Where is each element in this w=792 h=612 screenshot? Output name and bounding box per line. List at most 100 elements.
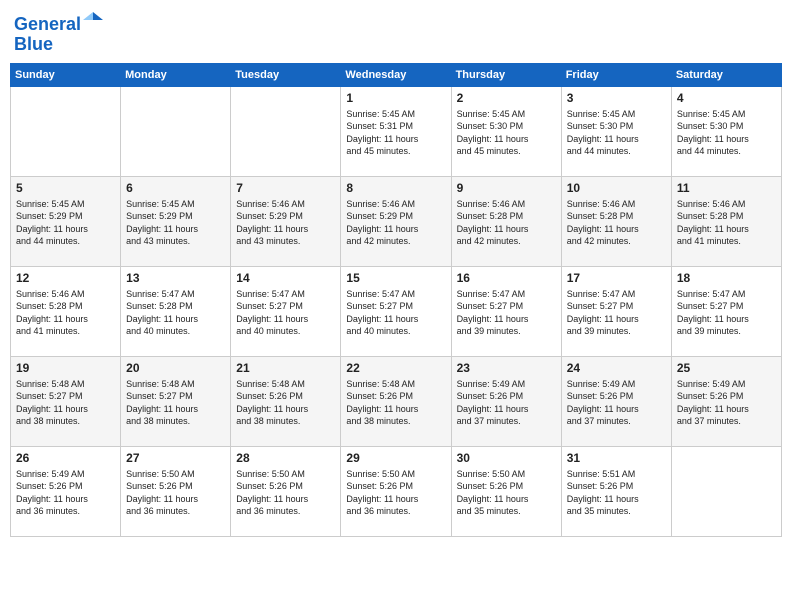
calendar-cell: 1 Sunrise: 5:45 AM Sunset: 5:31 PM Daylig… (341, 86, 451, 176)
day-info: Sunrise: 5:45 AM Sunset: 5:30 PM Dayligh… (677, 108, 776, 158)
day-number: 26 (16, 451, 115, 465)
calendar-cell: 9 Sunrise: 5:46 AM Sunset: 5:28 PM Daylig… (451, 176, 561, 266)
calendar-cell: 23Sunrise: 5:49 AM Sunset: 5:26 PM Dayli… (451, 356, 561, 446)
day-info: Sunrise: 5:46 AM Sunset: 5:28 PM Dayligh… (16, 288, 115, 338)
calendar-cell: 4 Sunrise: 5:45 AM Sunset: 5:30 PM Daylig… (671, 86, 781, 176)
day-number: 3 (567, 91, 666, 105)
calendar-cell: 14Sunrise: 5:47 AM Sunset: 5:27 PM Dayli… (231, 266, 341, 356)
day-info: Sunrise: 5:47 AM Sunset: 5:27 PM Dayligh… (567, 288, 666, 338)
col-monday: Monday (121, 63, 231, 86)
calendar-cell: 19 Sunrise: 5:48 AM Sunset: 5:27 PM Dayli… (11, 356, 121, 446)
calendar-cell: 11 Sunrise: 5:46 AM Sunset: 5:28 PM Dayli… (671, 176, 781, 266)
day-info: Sunrise: 5:45 AM Sunset: 5:30 PM Dayligh… (457, 108, 556, 158)
week-row-0: 1 Sunrise: 5:45 AM Sunset: 5:31 PM Daylig… (11, 86, 782, 176)
day-number: 7 (236, 181, 335, 195)
day-info: Sunrise: 5:50 AM Sunset: 5:26 PM Dayligh… (457, 468, 556, 518)
day-info: Sunrise: 5:46 AM Sunset: 5:29 PM Dayligh… (346, 198, 445, 248)
day-info: Sunrise: 5:48 AM Sunset: 5:27 PM Dayligh… (16, 378, 115, 428)
day-number: 21 (236, 361, 335, 375)
day-number: 5 (16, 181, 115, 195)
calendar-cell (671, 446, 781, 536)
calendar-cell: 7 Sunrise: 5:46 AM Sunset: 5:29 PM Daylig… (231, 176, 341, 266)
day-number: 19 (16, 361, 115, 375)
calendar-cell (11, 86, 121, 176)
day-number: 25 (677, 361, 776, 375)
calendar-cell (231, 86, 341, 176)
week-row-3: 19 Sunrise: 5:48 AM Sunset: 5:27 PM Dayli… (11, 356, 782, 446)
day-number: 4 (677, 91, 776, 105)
page-header: General Blue (10, 10, 782, 55)
day-info: Sunrise: 5:45 AM Sunset: 5:29 PM Dayligh… (16, 198, 115, 248)
col-friday: Friday (561, 63, 671, 86)
logo-blue: Blue (14, 34, 53, 54)
day-info: Sunrise: 5:49 AM Sunset: 5:26 PM Dayligh… (457, 378, 556, 428)
day-info: Sunrise: 5:45 AM Sunset: 5:30 PM Dayligh… (567, 108, 666, 158)
day-info: Sunrise: 5:50 AM Sunset: 5:26 PM Dayligh… (126, 468, 225, 518)
calendar-cell: 5 Sunrise: 5:45 AM Sunset: 5:29 PM Daylig… (11, 176, 121, 266)
logo-general: General (14, 14, 81, 34)
day-number: 20 (126, 361, 225, 375)
calendar-cell: 13 Sunrise: 5:47 AM Sunset: 5:28 PM Dayli… (121, 266, 231, 356)
day-number: 2 (457, 91, 556, 105)
calendar-cell: 29 Sunrise: 5:50 AM Sunset: 5:26 PM Dayli… (341, 446, 451, 536)
day-info: Sunrise: 5:47 AM Sunset: 5:28 PM Dayligh… (126, 288, 225, 338)
day-info: Sunrise: 5:49 AM Sunset: 5:26 PM Dayligh… (567, 378, 666, 428)
week-row-4: 26 Sunrise: 5:49 AM Sunset: 5:26 PM Dayli… (11, 446, 782, 536)
day-number: 16 (457, 271, 556, 285)
col-tuesday: Tuesday (231, 63, 341, 86)
day-number: 17 (567, 271, 666, 285)
day-info: Sunrise: 5:45 AM Sunset: 5:31 PM Dayligh… (346, 108, 445, 158)
day-info: Sunrise: 5:47 AM Sunset: 5:27 PM Dayligh… (457, 288, 556, 338)
calendar-cell: 15 Sunrise: 5:47 AM Sunset: 5:27 PM Dayli… (341, 266, 451, 356)
calendar-cell: 2 Sunrise: 5:45 AM Sunset: 5:30 PM Daylig… (451, 86, 561, 176)
day-number: 13 (126, 271, 225, 285)
day-info: Sunrise: 5:49 AM Sunset: 5:26 PM Dayligh… (16, 468, 115, 518)
day-info: Sunrise: 5:47 AM Sunset: 5:27 PM Dayligh… (677, 288, 776, 338)
day-info: Sunrise: 5:46 AM Sunset: 5:29 PM Dayligh… (236, 198, 335, 248)
calendar-cell: 30 Sunrise: 5:50 AM Sunset: 5:26 PM Dayli… (451, 446, 561, 536)
day-number: 11 (677, 181, 776, 195)
calendar-cell: 26 Sunrise: 5:49 AM Sunset: 5:26 PM Dayli… (11, 446, 121, 536)
day-number: 24 (567, 361, 666, 375)
calendar-cell: 27Sunrise: 5:50 AM Sunset: 5:26 PM Dayli… (121, 446, 231, 536)
day-info: Sunrise: 5:50 AM Sunset: 5:26 PM Dayligh… (346, 468, 445, 518)
col-saturday: Saturday (671, 63, 781, 86)
calendar-cell: 10 Sunrise: 5:46 AM Sunset: 5:28 PM Dayli… (561, 176, 671, 266)
day-number: 12 (16, 271, 115, 285)
day-number: 10 (567, 181, 666, 195)
day-info: Sunrise: 5:47 AM Sunset: 5:27 PM Dayligh… (236, 288, 335, 338)
day-number: 29 (346, 451, 445, 465)
day-number: 9 (457, 181, 556, 195)
day-info: Sunrise: 5:48 AM Sunset: 5:27 PM Dayligh… (126, 378, 225, 428)
day-info: Sunrise: 5:46 AM Sunset: 5:28 PM Dayligh… (567, 198, 666, 248)
calendar-cell: 18 Sunrise: 5:47 AM Sunset: 5:27 PM Dayli… (671, 266, 781, 356)
calendar-cell (121, 86, 231, 176)
calendar-cell: 25 Sunrise: 5:49 AM Sunset: 5:26 PM Dayli… (671, 356, 781, 446)
calendar-cell: 22Sunrise: 5:48 AM Sunset: 5:26 PM Dayli… (341, 356, 451, 446)
calendar-cell: 6 Sunrise: 5:45 AM Sunset: 5:29 PM Daylig… (121, 176, 231, 266)
day-info: Sunrise: 5:45 AM Sunset: 5:29 PM Dayligh… (126, 198, 225, 248)
day-number: 15 (346, 271, 445, 285)
week-row-2: 12 Sunrise: 5:46 AM Sunset: 5:28 PM Dayli… (11, 266, 782, 356)
week-row-1: 5 Sunrise: 5:45 AM Sunset: 5:29 PM Daylig… (11, 176, 782, 266)
day-number: 31 (567, 451, 666, 465)
logo-bird-icon (83, 10, 103, 30)
day-info: Sunrise: 5:46 AM Sunset: 5:28 PM Dayligh… (457, 198, 556, 248)
calendar-cell: 8 Sunrise: 5:46 AM Sunset: 5:29 PM Daylig… (341, 176, 451, 266)
day-number: 1 (346, 91, 445, 105)
day-number: 8 (346, 181, 445, 195)
day-info: Sunrise: 5:47 AM Sunset: 5:27 PM Dayligh… (346, 288, 445, 338)
day-number: 6 (126, 181, 225, 195)
day-number: 30 (457, 451, 556, 465)
calendar-cell: 24 Sunrise: 5:49 AM Sunset: 5:26 PM Dayli… (561, 356, 671, 446)
calendar-cell: 20 Sunrise: 5:48 AM Sunset: 5:27 PM Dayli… (121, 356, 231, 446)
calendar-cell: 16 Sunrise: 5:47 AM Sunset: 5:27 PM Dayli… (451, 266, 561, 356)
day-info: Sunrise: 5:49 AM Sunset: 5:26 PM Dayligh… (677, 378, 776, 428)
calendar-cell: 31Sunrise: 5:51 AM Sunset: 5:26 PM Dayli… (561, 446, 671, 536)
day-number: 28 (236, 451, 335, 465)
day-info: Sunrise: 5:50 AM Sunset: 5:26 PM Dayligh… (236, 468, 335, 518)
day-info: Sunrise: 5:48 AM Sunset: 5:26 PM Dayligh… (346, 378, 445, 428)
day-number: 18 (677, 271, 776, 285)
day-info: Sunrise: 5:46 AM Sunset: 5:28 PM Dayligh… (677, 198, 776, 248)
calendar-cell: 28 Sunrise: 5:50 AM Sunset: 5:26 PM Dayli… (231, 446, 341, 536)
